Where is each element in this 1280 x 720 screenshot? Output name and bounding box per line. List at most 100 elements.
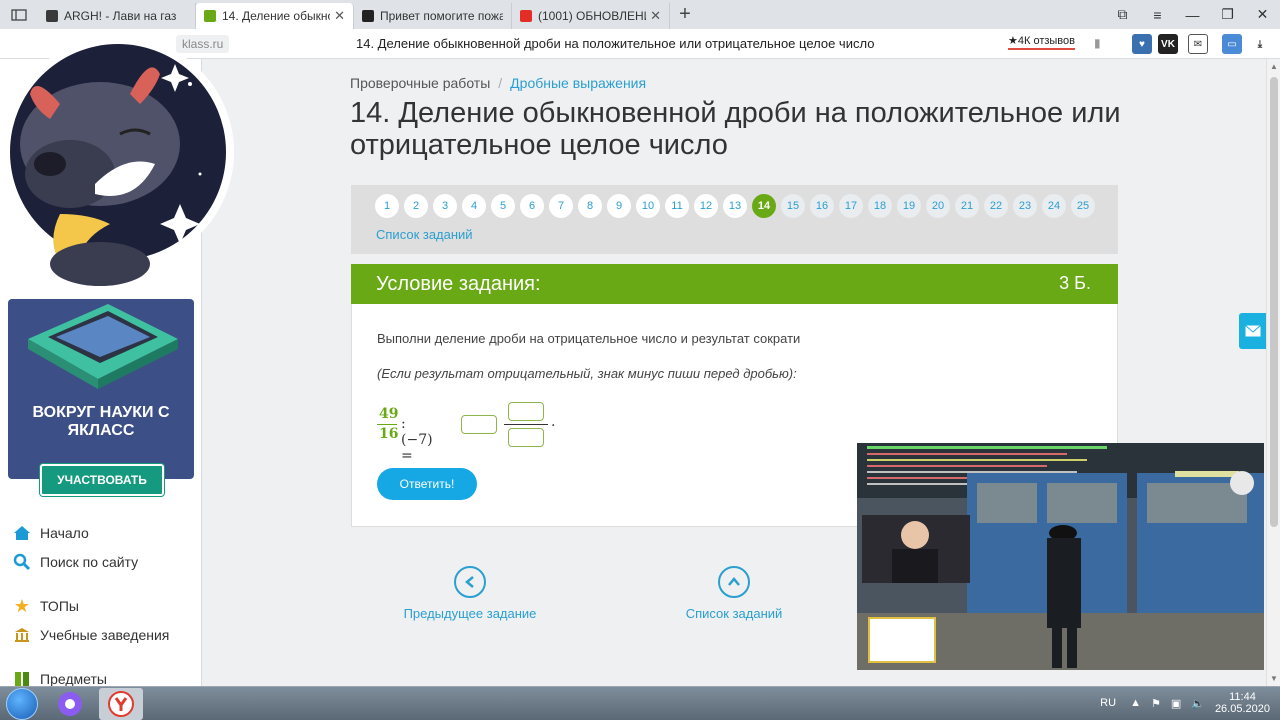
window-controls: ⧉ ≡ — ❐ ✕ bbox=[1105, 0, 1280, 29]
page-number-button[interactable]: 22 bbox=[984, 194, 1008, 218]
page-number-button[interactable]: 8 bbox=[578, 194, 602, 218]
tab-title: Привет помогите пожалуй bbox=[380, 9, 503, 23]
answer-fraction-bar bbox=[504, 424, 548, 425]
scroll-down-icon[interactable]: ▼ bbox=[1270, 674, 1278, 683]
page-number-button[interactable]: 25 bbox=[1071, 194, 1095, 218]
network-icon[interactable]: ▣ bbox=[1171, 697, 1181, 710]
feedback-mail-button[interactable] bbox=[1239, 313, 1267, 349]
sidebar-item-search[interactable]: Поиск по сайту bbox=[12, 552, 138, 572]
breadcrumb: Проверочные работы / Дробные выражения bbox=[350, 75, 646, 91]
sidebar-item-label: Поиск по сайту bbox=[40, 554, 139, 570]
tab-close-icon[interactable]: ✕ bbox=[650, 8, 661, 24]
page-scrollbar[interactable]: ▲ ▼ bbox=[1266, 59, 1280, 686]
vk-extension-icon[interactable]: VK bbox=[1158, 34, 1178, 54]
fraction-bar bbox=[377, 424, 397, 425]
menu-icon[interactable]: ≡ bbox=[1140, 7, 1175, 23]
fraction-numerator: 49 bbox=[379, 406, 399, 422]
task-list-link[interactable]: Список заданий bbox=[376, 227, 473, 242]
tab-title: ARGH! - Лави на газ bbox=[64, 9, 177, 23]
breadcrumb-item[interactable]: Проверочные работы bbox=[350, 75, 490, 91]
page-number-button[interactable]: 23 bbox=[1013, 194, 1037, 218]
tray-expand-icon[interactable]: ▲ bbox=[1130, 697, 1141, 709]
page-number-button[interactable]: 20 bbox=[926, 194, 950, 218]
home-icon bbox=[12, 523, 32, 543]
volume-icon[interactable]: 🔈 bbox=[1191, 697, 1205, 710]
page-number-button[interactable]: 2 bbox=[404, 194, 428, 218]
mascot-sticker-icon bbox=[2, 36, 234, 286]
chat-extension-icon[interactable]: ✉ bbox=[1188, 34, 1208, 54]
address-page-title[interactable]: 14. Деление обыкновенной дроби на положи… bbox=[356, 36, 874, 51]
sidebar-item-tops[interactable]: ★ ТОПы bbox=[12, 596, 79, 616]
downloads-icon[interactable]: ⤓ bbox=[1250, 34, 1270, 54]
page-number-button[interactable]: 3 bbox=[433, 194, 457, 218]
page-number-button[interactable]: 19 bbox=[897, 194, 921, 218]
close-window-icon[interactable]: ✕ bbox=[1245, 6, 1280, 23]
scroll-up-icon[interactable]: ▲ bbox=[1270, 62, 1278, 71]
task-hint: (Если результат отрицательный, знак мину… bbox=[377, 366, 797, 381]
clock-date: 26.05.2020 bbox=[1214, 703, 1270, 715]
arrow-left-icon bbox=[454, 566, 486, 598]
bookmarks-icon[interactable]: ⧉ bbox=[1105, 6, 1140, 23]
heart-extension-icon[interactable]: ♥ bbox=[1132, 34, 1152, 54]
fraction-denominator: 16 bbox=[379, 426, 399, 442]
flag-icon[interactable]: ⚑ bbox=[1151, 697, 1161, 710]
alice-app-icon[interactable] bbox=[48, 688, 92, 720]
reviews-badge[interactable]: ★4К отзывов bbox=[1008, 34, 1075, 50]
restore-icon[interactable]: ❐ bbox=[1210, 6, 1245, 23]
page-number-button[interactable]: 24 bbox=[1042, 194, 1066, 218]
tab-title: 14. Деление обыкновен bbox=[222, 9, 330, 23]
wallet-extension-icon[interactable]: ▭ bbox=[1222, 34, 1242, 54]
yandex-browser-app-icon[interactable] bbox=[99, 688, 143, 720]
system-tray: RU ▲ ⚑ ▣ 🔈 11:44 26.05.2020 bbox=[1100, 691, 1270, 715]
page-number-button[interactable]: 14 bbox=[752, 194, 776, 218]
numerator-input[interactable] bbox=[508, 402, 544, 421]
page-number-button[interactable]: 1 bbox=[375, 194, 399, 218]
breadcrumb-item[interactable]: Дробные выражения bbox=[510, 75, 646, 91]
browser-tab[interactable]: (1001) ОБНОВЛЕНИЕ ✕ bbox=[512, 3, 670, 29]
browser-tab[interactable]: Привет помогите пожалуй bbox=[354, 3, 512, 29]
windows-start-button[interactable] bbox=[6, 688, 38, 720]
page-number-button[interactable]: 9 bbox=[607, 194, 631, 218]
tab-favicon-icon bbox=[204, 10, 216, 22]
participate-button[interactable]: УЧАСТВОВАТЬ bbox=[40, 464, 164, 496]
promo-banner[interactable]: ВОКРУГ НАУКИ С ЯКЛАСС bbox=[8, 299, 194, 479]
page-number-button[interactable]: 4 bbox=[462, 194, 486, 218]
answer-button[interactable]: Ответить! bbox=[377, 468, 477, 500]
mail-icon bbox=[1245, 325, 1261, 337]
whole-part-input[interactable] bbox=[461, 415, 497, 434]
page-number-button[interactable]: 21 bbox=[955, 194, 979, 218]
condition-title: Условие задания: bbox=[376, 273, 541, 295]
scrollbar-thumb[interactable] bbox=[1270, 77, 1278, 527]
promo-title: ВОКРУГ НАУКИ С ЯКЛАСС bbox=[32, 404, 170, 439]
language-indicator[interactable]: RU bbox=[1100, 697, 1116, 709]
sidebar-item-label: Учебные заведения bbox=[40, 627, 170, 643]
page-number-button[interactable]: 6 bbox=[520, 194, 544, 218]
clock[interactable]: 11:44 26.05.2020 bbox=[1215, 691, 1270, 715]
page-numbers: 1 2 3 4 5 6 7 8 9 10 11 12 13 14 15 16 17 18 19 20 21 22 23 24 2… bbox=[375, 194, 1100, 218]
page-number-button[interactable]: 17 bbox=[839, 194, 863, 218]
breadcrumb-separator: / bbox=[498, 75, 503, 91]
tab-close-icon[interactable]: ✕ bbox=[334, 8, 345, 24]
task-list-nav-link[interactable]: Список заданий bbox=[674, 566, 794, 621]
page-number-button[interactable]: 10 bbox=[636, 194, 660, 218]
tab-favicon-icon bbox=[46, 10, 58, 22]
page-number-button[interactable]: 13 bbox=[723, 194, 747, 218]
page-number-button[interactable]: 5 bbox=[491, 194, 515, 218]
prev-task-link[interactable]: Предыдущее задание bbox=[400, 566, 540, 621]
denominator-input[interactable] bbox=[508, 428, 544, 447]
bookmark-icon[interactable]: ▮ bbox=[1094, 36, 1101, 50]
sidebar: ВОКРУГ НАУКИ С ЯКЛАСС УЧАСТВОВАТЬ Начало… bbox=[0, 36, 234, 687]
tablet-illustration-icon bbox=[28, 304, 178, 389]
game-stream-image bbox=[857, 443, 1264, 670]
page-number-button[interactable]: 12 bbox=[694, 194, 718, 218]
page-number-button[interactable]: 7 bbox=[549, 194, 573, 218]
minimize-icon[interactable]: — bbox=[1175, 7, 1210, 23]
sidebar-item-schools[interactable]: Учебные заведения bbox=[12, 625, 169, 645]
sidebar-item-home[interactable]: Начало bbox=[12, 523, 89, 543]
division-operator: : (−7) = bbox=[401, 416, 433, 464]
page-number-button[interactable]: 16 bbox=[810, 194, 834, 218]
new-tab-button[interactable]: + bbox=[670, 3, 700, 26]
page-number-button[interactable]: 18 bbox=[868, 194, 892, 218]
page-number-button[interactable]: 11 bbox=[665, 194, 689, 218]
page-number-button[interactable]: 15 bbox=[781, 194, 805, 218]
